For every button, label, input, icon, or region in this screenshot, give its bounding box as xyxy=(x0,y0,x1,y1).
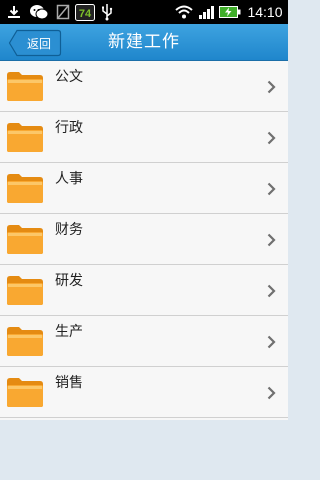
no-sim-icon xyxy=(55,0,71,24)
usb-icon xyxy=(99,0,115,24)
chevron-right-icon xyxy=(267,182,276,196)
chevron-right-icon xyxy=(267,335,276,349)
folder-icon xyxy=(7,327,43,356)
list-item-label: 研发 xyxy=(55,273,83,289)
chevron-right-icon xyxy=(267,80,276,94)
back-button-label: 返回 xyxy=(26,36,51,51)
list-item[interactable]: 生产 xyxy=(0,316,288,367)
list-item[interactable]: 行政 xyxy=(0,112,288,163)
signal-icon xyxy=(198,0,216,24)
list-item[interactable]: 人事 xyxy=(0,163,288,214)
folder-icon xyxy=(7,225,43,254)
list-item-label: 生产 xyxy=(55,324,83,340)
chevron-right-icon xyxy=(267,386,276,400)
battery-level-text: 74 xyxy=(79,8,92,20)
category-list: 公文 行政 人事 财务 研发 生产 销售 xyxy=(0,61,288,420)
wifi-icon xyxy=(174,0,194,24)
chevron-right-icon xyxy=(267,233,276,247)
list-item-label: 销售 xyxy=(55,375,83,391)
folder-icon xyxy=(7,123,43,152)
folder-icon xyxy=(7,276,43,305)
list-item[interactable]: 销售 xyxy=(0,367,288,418)
back-button[interactable]: 返回 xyxy=(8,29,62,57)
folder-icon xyxy=(7,174,43,203)
list-item-label: 财务 xyxy=(55,222,83,238)
list-item[interactable]: 研发 xyxy=(0,265,288,316)
wechat-icon xyxy=(28,0,50,24)
list-item[interactable]: 财务 xyxy=(0,214,288,265)
list-item-label: 人事 xyxy=(55,171,83,187)
title-bar: 返回 新建工作 xyxy=(0,24,288,61)
chevron-right-icon xyxy=(267,131,276,145)
folder-icon xyxy=(7,378,43,407)
download-icon xyxy=(6,0,22,24)
list-item-label: 行政 xyxy=(55,120,83,136)
list-item-label: 公文 xyxy=(55,69,83,85)
battery-charging-icon xyxy=(219,0,241,24)
battery-level-icon: 74 xyxy=(74,0,96,24)
list-item[interactable]: 公文 xyxy=(0,61,288,112)
status-bar: 74 14:10 xyxy=(0,0,288,24)
folder-icon xyxy=(7,72,43,101)
chevron-right-icon xyxy=(267,284,276,298)
status-time: 14:10 xyxy=(247,4,283,20)
